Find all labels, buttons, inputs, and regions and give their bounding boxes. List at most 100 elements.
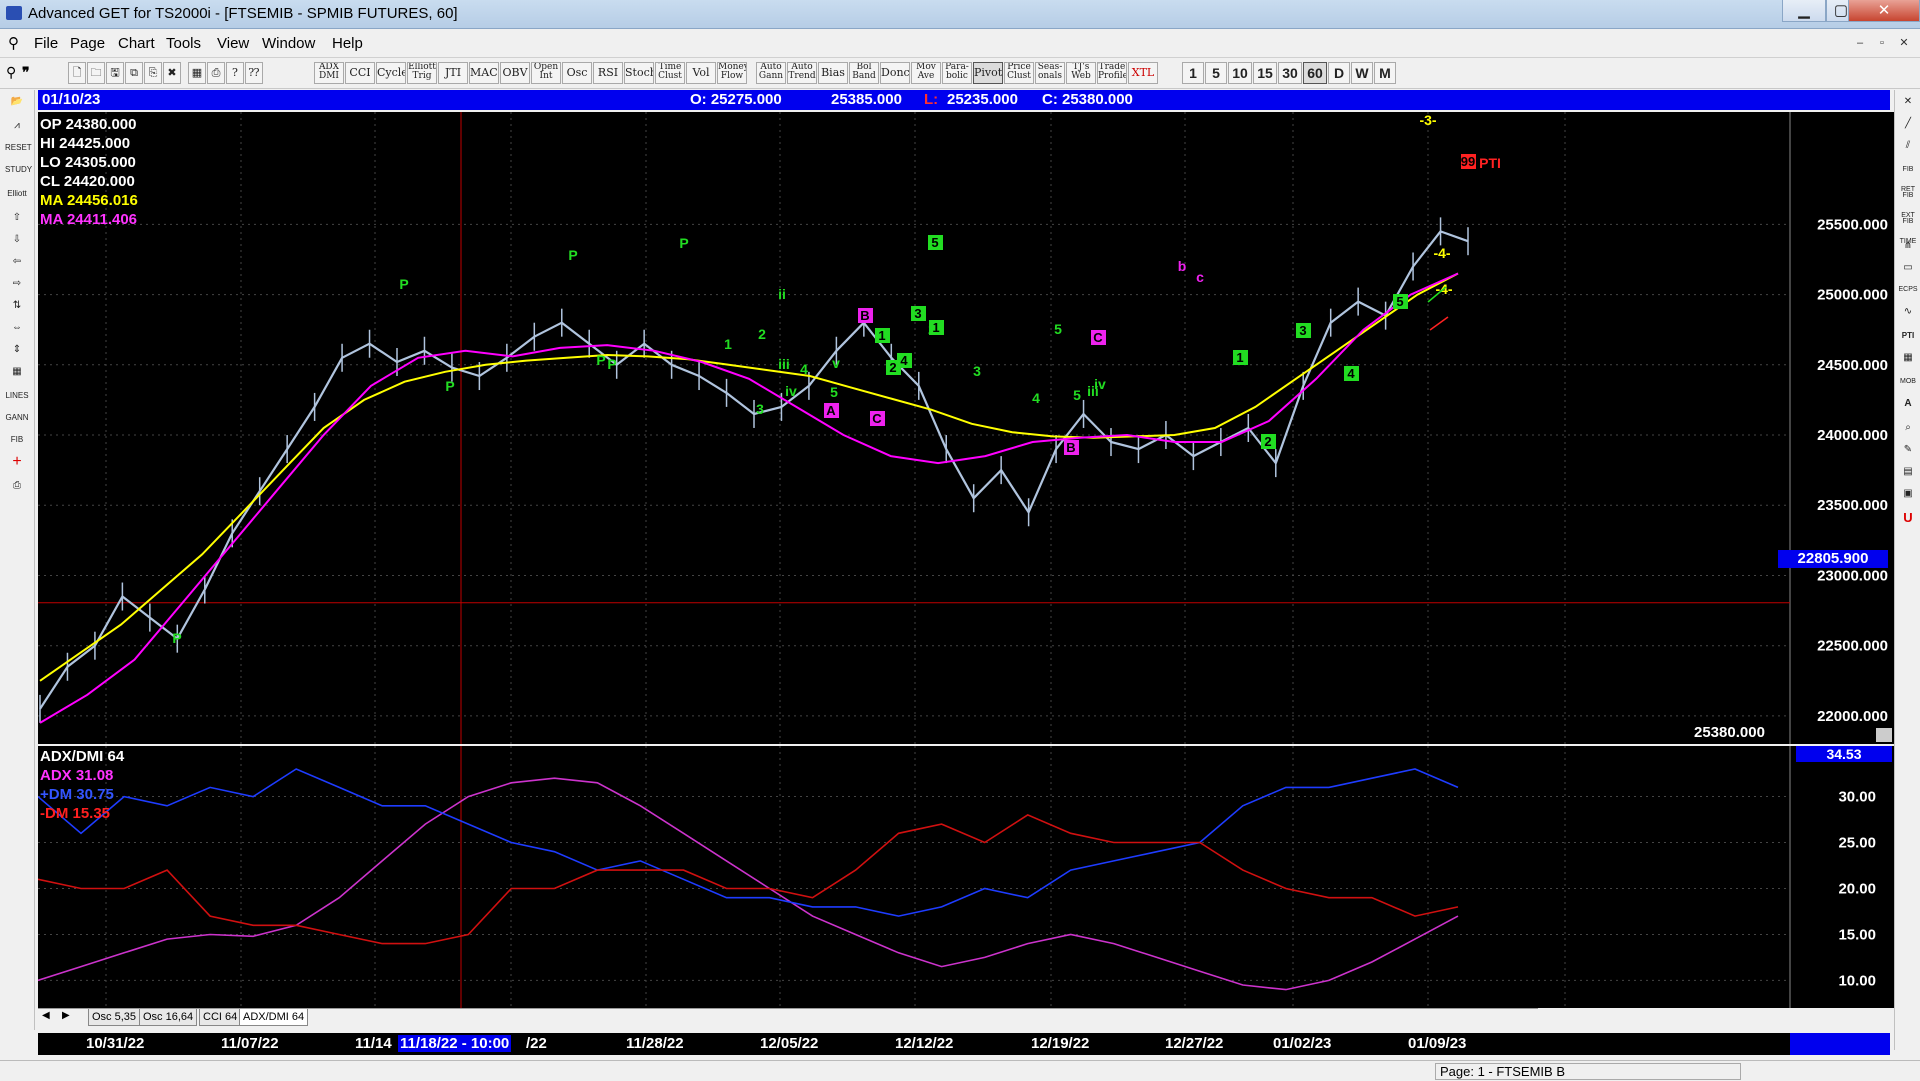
expand-icon[interactable]: ⇔ xyxy=(5,318,29,338)
ruler-icon[interactable]: ▤ xyxy=(1898,462,1918,482)
quote-icon[interactable]: ❞ xyxy=(22,64,30,81)
fan-tool-icon[interactable]: ⋔ xyxy=(1898,236,1918,256)
study-osc-button[interactable]: Osc xyxy=(562,62,592,84)
interval-m-button[interactable]: M xyxy=(1374,62,1396,84)
channel-tool-icon[interactable]: ⫽ xyxy=(1898,136,1918,156)
mob-button[interactable]: MOB xyxy=(1898,372,1918,392)
tab-osc-16-64[interactable]: Osc 16,64 xyxy=(139,1009,198,1026)
zoom-icon[interactable]: ⌕ xyxy=(1898,418,1918,438)
grid-tool-icon[interactable]: ▦ xyxy=(1898,348,1918,368)
mdi-restore-button[interactable]: ▫ xyxy=(1872,35,1892,51)
menu-help[interactable]: Help xyxy=(332,35,363,52)
study-elliott-trig-button[interactable]: Elliott Trig xyxy=(407,62,437,84)
study-macd-button[interactable]: MACD xyxy=(469,62,499,84)
print-icon[interactable]: ⎙ xyxy=(5,476,29,496)
new-icon[interactable]: 🗋 xyxy=(68,62,86,84)
paste-icon[interactable]: ⎘ xyxy=(144,62,162,84)
study-open-int-button[interactable]: Open Int xyxy=(531,62,561,84)
grid-icon[interactable]: ▦ xyxy=(5,362,29,382)
fib-ext-button[interactable]: FIB EXT xyxy=(1898,186,1918,219)
tile-icon[interactable]: ▦ xyxy=(188,62,206,84)
interval-d-button[interactable]: D xyxy=(1328,62,1350,84)
interval-5-button[interactable]: 5 xyxy=(1205,62,1227,84)
tab-scroll-right-icon[interactable]: ▶ xyxy=(62,1010,70,1021)
swap-icon[interactable]: ⇕ xyxy=(5,340,29,360)
study-bias-button[interactable]: Bias xyxy=(818,62,848,84)
mdi-close-button[interactable]: ✕ xyxy=(1894,35,1914,51)
open-icon[interactable]: 📂 xyxy=(5,92,29,112)
study-donch-button[interactable]: Donch xyxy=(880,62,910,84)
interval-10-button[interactable]: 10 xyxy=(1228,62,1252,84)
study-bol-band-button[interactable]: Bol Band xyxy=(849,62,879,84)
reset-button[interactable]: RESET xyxy=(5,138,32,158)
study-cycles-button[interactable]: Cycles xyxy=(376,62,406,84)
study-rsi-button[interactable]: RSI xyxy=(593,62,623,84)
ecps-button[interactable]: ECPS xyxy=(1898,280,1918,300)
undo-button[interactable]: U xyxy=(1898,508,1918,528)
elliott-tool-icon[interactable]: ⩘ xyxy=(5,116,29,136)
study-seas-onals-button[interactable]: Seas- onals xyxy=(1035,62,1065,84)
tab-cci-64[interactable]: CCI 64 xyxy=(199,1009,242,1026)
interval-15-button[interactable]: 15 xyxy=(1253,62,1277,84)
menu-page[interactable]: Page xyxy=(70,35,105,52)
study-obv-button[interactable]: OBV xyxy=(500,62,530,84)
adx-dmi-panel[interactable]: 30.00 25.00 20.00 15.00 10.00 ADX/DMI 64 ADX… xyxy=(38,746,1894,1008)
copy-icon[interactable]: ⧉ xyxy=(125,62,143,84)
study-auto-gann-button[interactable]: Auto Gann xyxy=(756,62,786,84)
wave-tool-icon[interactable]: ∿ xyxy=(1898,302,1918,322)
menu-chart[interactable]: Chart xyxy=(118,35,155,52)
study-money-flow-button[interactable]: Money Flow xyxy=(717,62,747,84)
fib-ret-button[interactable]: FIB RET xyxy=(1898,160,1918,193)
crosshair-icon[interactable]: + xyxy=(5,452,29,472)
line-tool-icon[interactable]: ╱ xyxy=(1898,114,1918,134)
study-tj-s-web-button[interactable]: TJ's Web xyxy=(1066,62,1096,84)
study-para-bolic-button[interactable]: Para- bolic xyxy=(942,62,972,84)
print-icon[interactable]: ⎙ xyxy=(207,62,225,84)
study-stoch-button[interactable]: Stoch xyxy=(624,62,654,84)
minimize-button[interactable]: ▁ xyxy=(1782,0,1826,22)
pin-icon[interactable]: ⚲ xyxy=(8,34,19,52)
interval-w-button[interactable]: W xyxy=(1351,62,1373,84)
study-xtl-button[interactable]: XTL xyxy=(1128,62,1158,84)
arrow-up-icon[interactable]: ⇧ xyxy=(5,208,29,228)
help-icon[interactable]: ? xyxy=(226,62,244,84)
menu-file[interactable]: File xyxy=(34,35,58,52)
arrow-down-icon[interactable]: ⇩ xyxy=(5,230,29,250)
open-icon[interactable]: 🗀 xyxy=(87,62,105,84)
compress-icon[interactable]: ⇅ xyxy=(5,296,29,316)
tab-adx-dmi-64[interactable]: ADX/DMI 64 xyxy=(239,1009,309,1026)
study-mov-ave-button[interactable]: Mov Ave xyxy=(911,62,941,84)
price-chart[interactable]: 25500.000 25000.000 24500.000 24000.000 2350… xyxy=(38,112,1894,744)
resize-grip-icon[interactable] xyxy=(1876,728,1892,742)
interval-1-button[interactable]: 1 xyxy=(1182,62,1204,84)
mdi-minimize-button[interactable]: – xyxy=(1850,35,1870,51)
elliott-button[interactable]: Elliott xyxy=(5,184,29,204)
fib-time-button[interactable]: FIB TIME xyxy=(1898,212,1918,245)
cross-icon[interactable]: ✕ xyxy=(1898,92,1918,112)
delete-icon[interactable]: ✖ xyxy=(163,62,181,84)
what-icon[interactable]: ⁇ xyxy=(245,62,263,84)
fib-button[interactable]: FIB xyxy=(5,430,29,450)
study-cci-button[interactable]: CCI xyxy=(345,62,375,84)
lines-button[interactable]: LINES xyxy=(5,386,29,406)
box-tool-icon[interactable]: ▭ xyxy=(1898,258,1918,278)
study-time-clust-button[interactable]: Time Clust xyxy=(655,62,685,84)
text-tool-icon[interactable]: A xyxy=(1898,394,1918,414)
study-vol-button[interactable]: Vol xyxy=(686,62,716,84)
interval-60-button[interactable]: 60 xyxy=(1303,62,1327,84)
pti-button[interactable]: PTI xyxy=(1898,326,1918,346)
study-auto-trend-button[interactable]: Auto Trend xyxy=(787,62,817,84)
tab-osc-5-35[interactable]: Osc 5,35 xyxy=(88,1009,141,1026)
interval-30-button[interactable]: 30 xyxy=(1278,62,1302,84)
study-jti-button[interactable]: JTI xyxy=(438,62,468,84)
menu-view[interactable]: View xyxy=(217,35,249,52)
save-icon[interactable]: 🖫 xyxy=(106,62,124,84)
menu-window[interactable]: Window xyxy=(262,35,315,52)
close-button[interactable]: ✕ xyxy=(1848,0,1920,22)
tab-scroll-left-icon[interactable]: ◀ xyxy=(42,1010,50,1021)
study-price-clust-button[interactable]: Price Clust xyxy=(1004,62,1034,84)
study-pivot-button[interactable]: Pivot xyxy=(973,62,1003,84)
study-adx-dmi-button[interactable]: ADX DMI xyxy=(314,62,344,84)
study-button[interactable]: STUDY xyxy=(5,160,32,180)
arrow-right-icon[interactable]: ⇨ xyxy=(5,274,29,294)
